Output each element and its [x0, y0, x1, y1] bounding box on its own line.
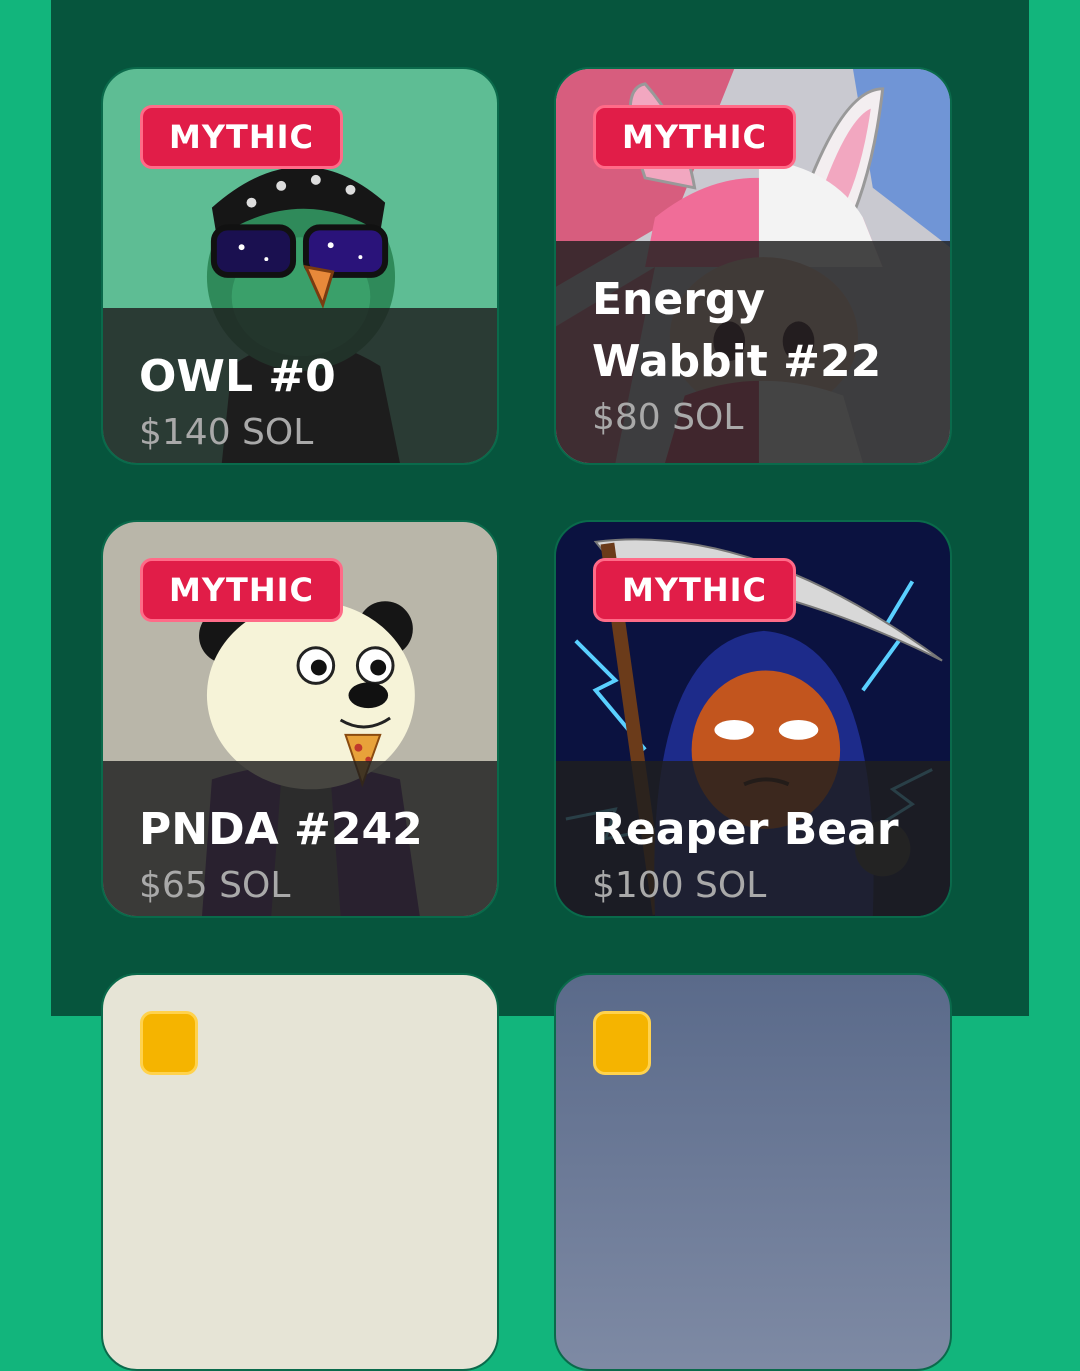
nft-price: $100 SOL — [592, 865, 767, 906]
nft-name: Reaper Bear — [592, 804, 899, 855]
rarity-badge — [593, 1011, 651, 1075]
nft-card-partial[interactable] — [554, 973, 952, 1371]
nft-card-partial[interactable] — [101, 973, 499, 1371]
rarity-badge — [140, 1011, 198, 1075]
card-info-overlay: PNDA #242 $65 SOL — [103, 761, 497, 916]
rarity-badge: MYTHIC — [140, 558, 344, 622]
nft-name: Energy Wabbit #22 — [592, 274, 882, 387]
nft-price: $80 SOL — [592, 397, 744, 438]
nft-name: PNDA #242 — [139, 804, 423, 855]
nft-price: $140 SOL — [139, 412, 314, 453]
nft-card[interactable]: MYTHIC PNDA #242 $65 SOL — [101, 520, 499, 918]
card-info-overlay: Energy Wabbit #22 $80 SOL — [556, 241, 950, 463]
rarity-badge: MYTHIC — [593, 105, 797, 169]
card-info-overlay: Reaper Bear $100 SOL — [556, 761, 950, 916]
nft-card[interactable]: MYTHIC Energy Wabbit #22 $80 SOL — [554, 67, 952, 465]
nft-card[interactable]: MYTHIC Reaper Bear $100 SOL — [554, 520, 952, 918]
nft-name: OWL #0 — [139, 351, 336, 402]
rarity-badge: MYTHIC — [140, 105, 344, 169]
card-info-overlay: OWL #0 $140 SOL — [103, 308, 497, 463]
rarity-badge: MYTHIC — [593, 558, 797, 622]
nft-price: $65 SOL — [139, 865, 291, 906]
nft-card[interactable]: MYTHIC OWL #0 $140 SOL — [101, 67, 499, 465]
